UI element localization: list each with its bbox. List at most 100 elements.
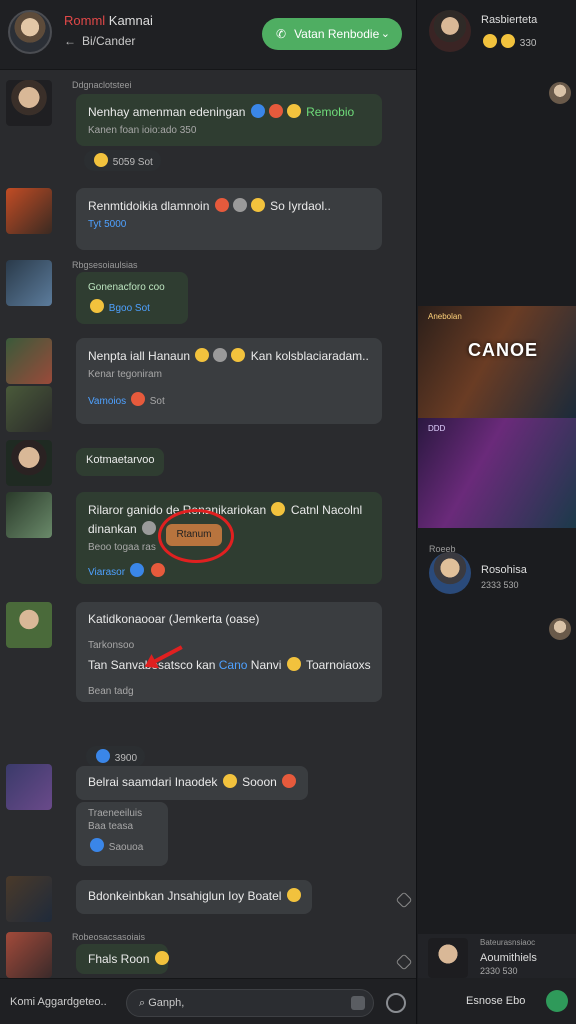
emoji-icon [286, 104, 301, 118]
side-user[interactable]: Rasbierteta 330 [429, 10, 576, 54]
contact-name: Romml Kamnai [64, 13, 153, 28]
contact-name-accent: Romml [64, 13, 106, 28]
reaction-link[interactable]: Vamoios [88, 396, 126, 407]
card-name: Rosohisa [481, 564, 527, 576]
avatar[interactable] [6, 932, 52, 978]
reaction-count: Bgoo Sot [108, 303, 150, 314]
game-banner-secondary[interactable] [418, 418, 576, 528]
emoji-icon [282, 774, 297, 788]
avatar[interactable] [429, 552, 471, 594]
message-sub: Kanen foan ioio:ado 350 [88, 125, 197, 136]
message-row: Bdonkeinbkan Jnsahiglun Ioy Boatel [6, 876, 413, 926]
message-text: Renmtidoikia dlamnoin [88, 199, 210, 213]
message-sub: Traeneeiluis [88, 808, 143, 819]
avatar[interactable] [6, 386, 52, 432]
reaction-chip[interactable]: 5059 Sot [84, 150, 161, 171]
call-button[interactable]: ✆ Vatan Renbodie ⌄ [262, 18, 402, 50]
message-bubble[interactable]: Bdonkeinbkan Jnsahiglun Ioy Boatel [76, 880, 312, 914]
message-tail-text: Nanvi [250, 658, 282, 672]
message-row: Ddgnaclotsteei Nenhay amenman edeningan … [6, 78, 406, 178]
message-meta: Ddgnaclotsteei [72, 80, 132, 90]
avatar[interactable] [6, 492, 52, 538]
subtitle-text: Bi/Cander [82, 34, 136, 48]
message-link[interactable]: Cano [219, 658, 248, 672]
message-sub-2: Baa teasa [88, 821, 134, 832]
emoji-icon [501, 34, 515, 48]
react-icon[interactable] [395, 953, 413, 971]
message-tail-text: So Iyrdaol.. [270, 199, 331, 213]
emoji-icon [286, 657, 301, 671]
emoji-icon [483, 34, 497, 48]
side-bottom-user[interactable]: Bateurasnsiaoc Aoumithiels 2330 530 [418, 934, 576, 980]
composer-label: Komi Aggardgeteo.. [10, 996, 107, 1008]
avatar[interactable] [549, 82, 571, 104]
emoji-icon [142, 521, 157, 535]
message-text: Nenhay amenman edeningan [88, 105, 246, 119]
avatar[interactable] [6, 260, 52, 306]
chevron-down-icon[interactable]: ⌄ [381, 18, 390, 50]
back-icon[interactable]: ← [64, 34, 76, 48]
message-bubble[interactable]: Nenpta iall Hanaun Kan kolsblaciaradam..… [76, 338, 382, 424]
emoji-icon [129, 563, 144, 577]
banner-tag: Anebolan [428, 312, 462, 321]
message-sub[interactable]: Tyt 5000 [88, 219, 126, 230]
bottom-meta: Bateurasnsiaoc [480, 938, 536, 947]
emoji-icon [231, 348, 246, 362]
message-bubble[interactable]: Fhals Roon [76, 944, 169, 974]
message-bubble[interactable]: Nenhay amenman edeningan Remobio Kanen f… [76, 94, 382, 146]
avatar[interactable] [6, 876, 52, 922]
message-bubble[interactable]: Belrai saamdari Inaodek Sooon [76, 766, 308, 800]
banner-tag-secondary: DDD [428, 424, 446, 433]
emoji-icon [250, 104, 265, 118]
avatar[interactable] [6, 764, 52, 810]
phone-icon: ✆ [276, 27, 287, 41]
emoji-icon [268, 104, 283, 118]
message-sub: Kenar tegoniram [88, 369, 162, 380]
avatar[interactable] [429, 10, 471, 52]
app: Romml Kamnai ← Bi/Cander ✆ Vatan Renbodie ⌄… [0, 0, 576, 1024]
message-text: Kotmaetarvoo [86, 454, 155, 466]
message-tail-text: Sooon [242, 775, 277, 789]
reaction-count: Sot [149, 396, 165, 407]
message-row: Robeosacsasoiais Fhals Roon [6, 930, 413, 980]
avatar[interactable] [6, 440, 52, 486]
emoji-icon[interactable] [386, 993, 406, 1013]
message-highlight: Remobio [306, 105, 355, 119]
emoji-icon [222, 774, 237, 788]
emoji-icon [96, 749, 110, 763]
game-banner[interactable] [418, 306, 576, 418]
status-badge[interactable]: Rtanum [166, 524, 222, 546]
gif-icon[interactable] [351, 996, 365, 1010]
message-row: Belrai saamdari Inaodek Sooon Traeneeilu… [6, 762, 406, 866]
avatar[interactable] [6, 80, 52, 126]
message-row: Rbgsesoiaulsias Gonenacforo coo Bgoo Sot [6, 258, 406, 328]
side-user-stat: 330 [481, 34, 536, 49]
avatar[interactable] [6, 602, 52, 648]
side-card[interactable]: Roeeb Rosohisa 2333 530 [429, 544, 569, 594]
emoji-icon [94, 153, 108, 167]
emoji-icon [214, 198, 229, 212]
search-input[interactable]: ⌕ Ganph, [126, 989, 374, 1017]
avatar[interactable] [6, 338, 52, 384]
avatar[interactable] [8, 10, 52, 54]
message-bubble[interactable]: Kotmaetarvoo [76, 448, 164, 476]
avatar[interactable] [6, 188, 52, 234]
emoji-icon [90, 299, 104, 313]
message-bubble[interactable]: Gonenacforo coo Bgoo Sot [76, 272, 188, 324]
message-text: Bdonkeinbkan Jnsahiglun Ioy Boatel [88, 889, 282, 903]
emoji-icon [213, 348, 228, 362]
emoji-icon [154, 951, 169, 965]
send-button[interactable] [546, 990, 568, 1012]
react-icon[interactable] [395, 891, 413, 909]
message-text: Fhals Roon [88, 952, 150, 966]
message-row: Nenpta iall Hanaun Kan kolsblaciaradam..… [6, 336, 406, 436]
avatar[interactable] [549, 618, 571, 640]
bottom-name: Aoumithiels [480, 952, 537, 964]
reaction-link[interactable]: Viarasor [88, 567, 125, 578]
message-bubble[interactable]: Renmtidoikia dlamnoin So Iyrdaol.. Tyt 5… [76, 188, 382, 250]
message-bubble[interactable]: Katidkonaooar (Jemkerta (oase) Tarkonsoo… [76, 602, 382, 702]
message-sub-2: Bean tadg [88, 686, 134, 697]
message-bubble-continuation[interactable]: Traeneeiluis Baa teasa Saouoa [76, 802, 168, 866]
message-feed[interactable]: Ddgnaclotsteei Nenhay amenman edeningan … [0, 72, 416, 978]
avatar[interactable] [428, 938, 468, 978]
